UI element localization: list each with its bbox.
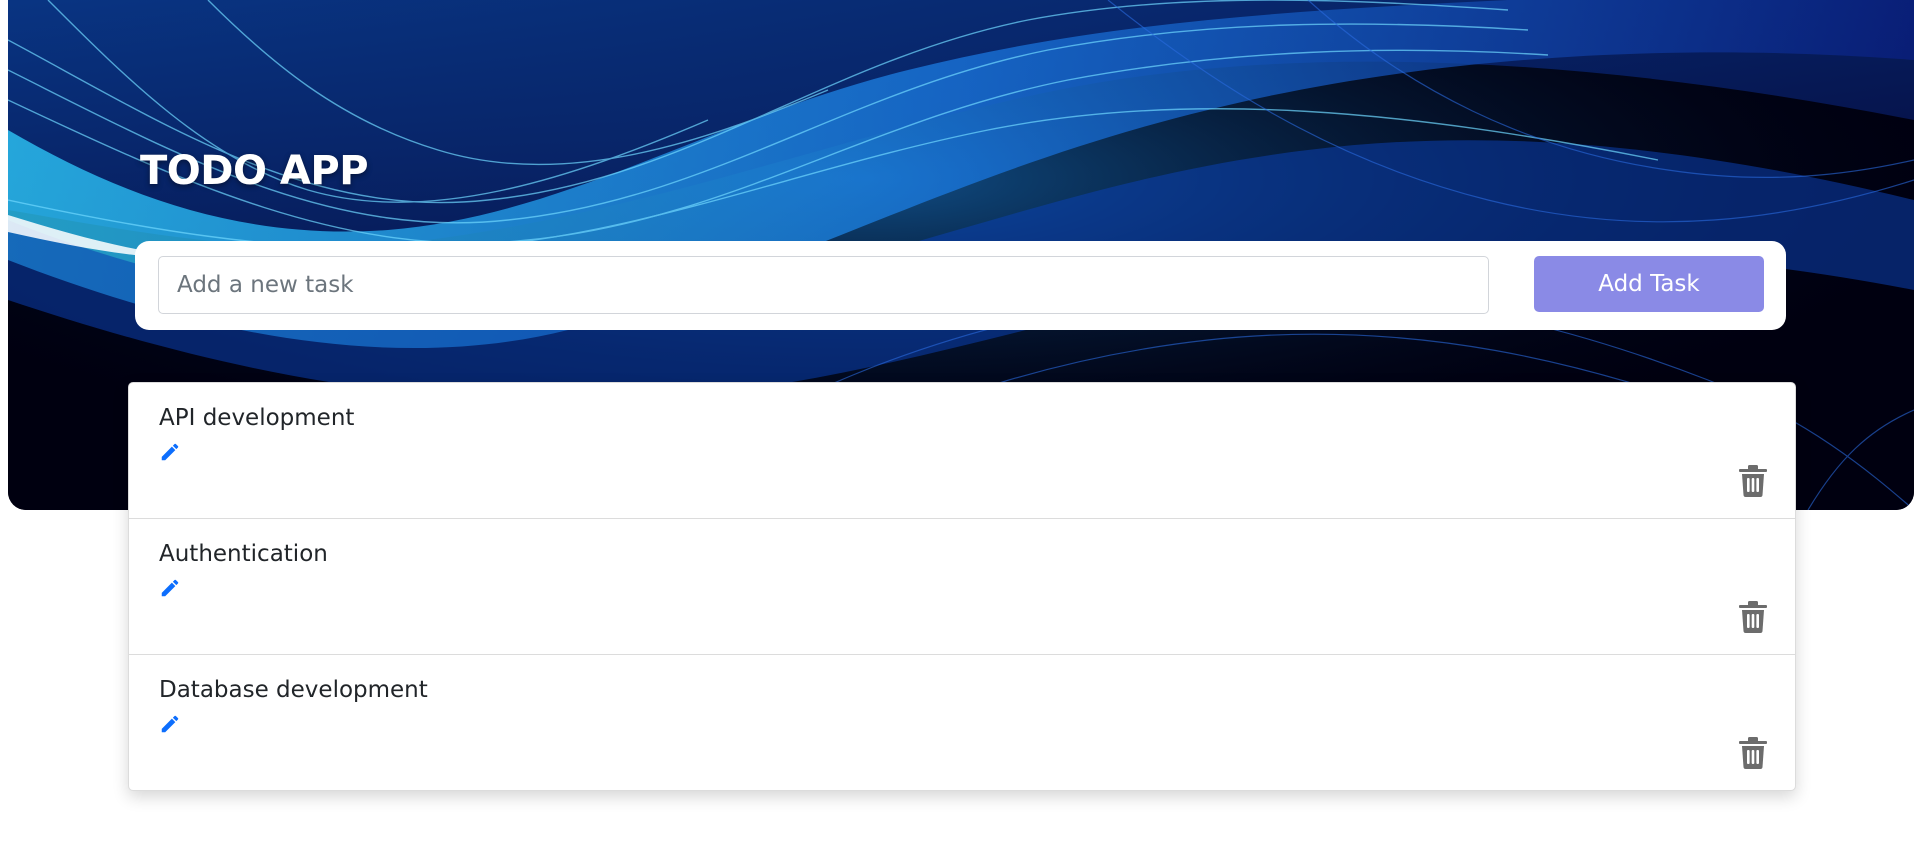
pencil-icon[interactable] <box>159 441 181 463</box>
task-text: API development <box>159 405 355 431</box>
trash-icon[interactable] <box>1739 601 1767 633</box>
app-title: TODO APP <box>140 148 369 194</box>
task-item: Database development <box>129 655 1795 790</box>
task-text: Database development <box>159 677 428 703</box>
new-task-input[interactable] <box>158 256 1489 314</box>
task-item: API development <box>129 383 1795 519</box>
task-list: API development Authentication Database … <box>128 382 1796 791</box>
new-task-form: Add Task <box>135 241 1786 330</box>
task-text: Authentication <box>159 541 328 567</box>
task-item: Authentication <box>129 519 1795 655</box>
pencil-icon[interactable] <box>159 577 181 599</box>
app-root: TODO APP Add Task API development Authen… <box>0 0 1918 846</box>
trash-icon[interactable] <box>1739 465 1767 497</box>
add-task-button[interactable]: Add Task <box>1534 256 1764 312</box>
trash-icon[interactable] <box>1739 737 1767 769</box>
pencil-icon[interactable] <box>159 713 181 735</box>
